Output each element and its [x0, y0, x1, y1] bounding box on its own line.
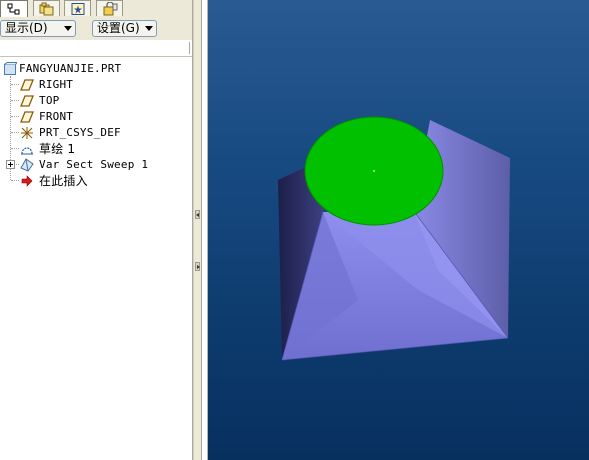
connections-tab[interactable]: [96, 0, 123, 16]
tree-item-insert-here[interactable]: 在此插入: [20, 173, 186, 189]
tree-item-right-plane[interactable]: RIGHT: [20, 77, 186, 93]
model-tree-icon: [7, 3, 20, 15]
tree-root-part[interactable]: FANGYUANJIE.PRT: [2, 61, 188, 77]
tree-item-label: Var Sect Sweep 1: [39, 158, 149, 171]
settings-dropdown-button[interactable]: 设置(G): [92, 20, 157, 37]
datum-plane-icon: [20, 111, 34, 123]
expand-toggle[interactable]: [6, 160, 15, 169]
expand-right-icon[interactable]: [195, 262, 200, 271]
tree-column-header[interactable]: [0, 40, 192, 57]
tree-item-label: 草绘 1: [39, 142, 76, 156]
show-dropdown-button[interactable]: 显示(D): [0, 20, 76, 37]
tree-item-label: FANGYUANJIE.PRT: [19, 62, 122, 75]
navigator-tabstrip: [0, 0, 192, 17]
tree-item-label: FRONT: [39, 110, 74, 123]
tree-item-label: PRT_CSYS_DEF: [39, 126, 121, 139]
tree-item-label: TOP: [39, 94, 60, 107]
chevron-down-icon: [64, 26, 72, 31]
column-resize-handle[interactable]: [189, 42, 190, 54]
tree-item-label: RIGHT: [39, 78, 74, 91]
insert-here-arrow-icon: [21, 175, 33, 187]
model-tree-tab[interactable]: [0, 0, 28, 17]
center-point-marker: [372, 169, 376, 173]
datum-plane-icon: [20, 79, 34, 91]
tree-connector-line: [11, 180, 19, 182]
tree-connector-line: [11, 84, 19, 86]
tree-item-front-plane[interactable]: FRONT: [20, 109, 186, 125]
tree-item-sketch[interactable]: 草绘 1: [20, 141, 186, 157]
tree-item-var-sect-sweep[interactable]: Var Sect Sweep 1: [20, 157, 186, 173]
tree-connector-line: [11, 116, 19, 118]
tree-connector-line: [11, 148, 19, 150]
datum-plane-icon: [20, 95, 34, 107]
graphics-viewport[interactable]: [208, 0, 589, 460]
coordinate-system-icon: [21, 127, 33, 139]
tree-item-top-plane[interactable]: TOP: [20, 93, 186, 109]
sweep-feature-icon: [20, 158, 34, 172]
show-dropdown-label: 显示(D): [5, 21, 48, 35]
sketch-icon: [21, 147, 33, 155]
chevron-down-icon: [145, 26, 153, 31]
settings-dropdown-label: 设置(G): [97, 21, 140, 35]
model-tree-panel: 显示(D) 设置(G) FANGYUANJIE.PRT RIGHT TOP FR…: [0, 0, 192, 460]
favorites-icon: [71, 2, 84, 15]
collapse-left-icon[interactable]: [195, 210, 200, 219]
tree-item-csys[interactable]: PRT_CSYS_DEF: [20, 125, 186, 141]
tree-item-label: 在此插入: [39, 174, 88, 188]
connections-icon: [103, 1, 117, 15]
tree-connector-line: [11, 132, 19, 134]
tree-toolbar: 显示(D) 设置(G): [0, 17, 192, 40]
folder-browser-icon: [39, 2, 53, 15]
favorites-tab[interactable]: [64, 0, 91, 16]
part-icon: [4, 62, 17, 75]
3d-model-view[interactable]: [208, 0, 589, 460]
folder-browser-tab[interactable]: [33, 0, 60, 16]
tree-connector-line: [11, 100, 19, 102]
panel-splitter[interactable]: [194, 0, 202, 460]
